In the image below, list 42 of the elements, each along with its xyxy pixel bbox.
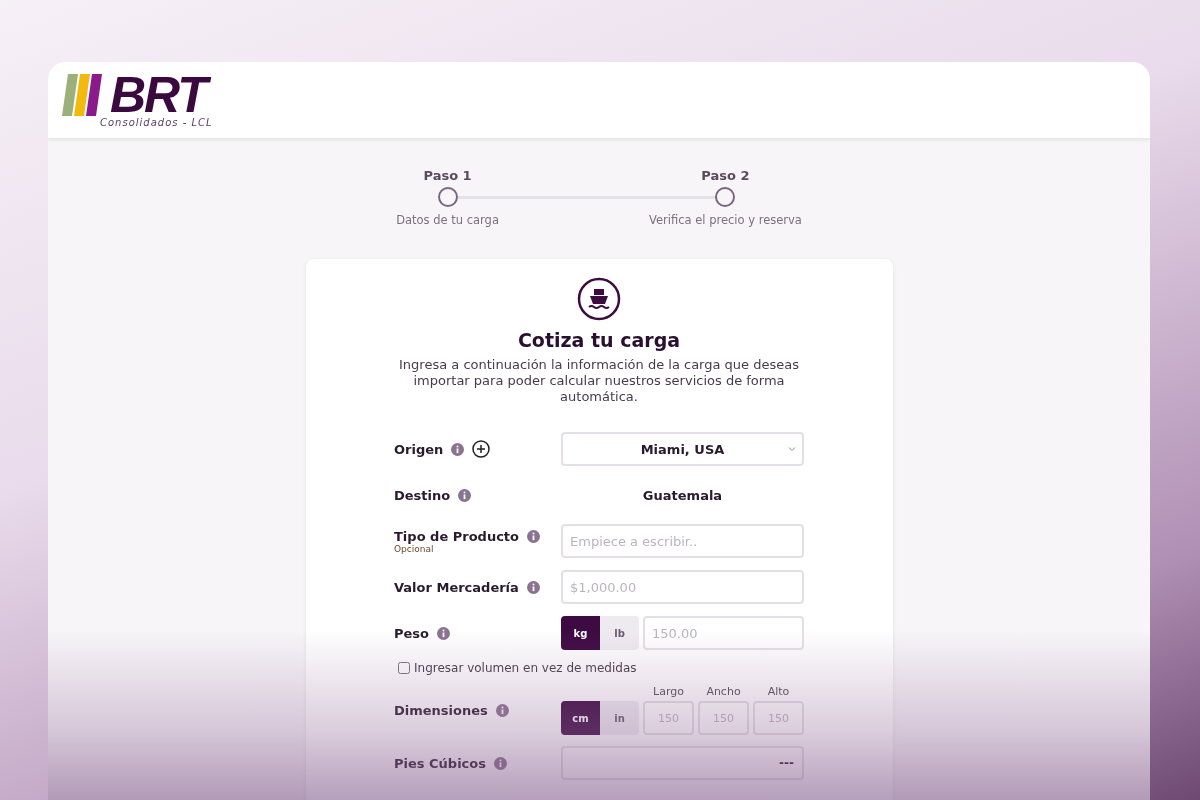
step-title: Paso 2 (701, 168, 750, 183)
field-label: Valor Mercadería (394, 579, 519, 595)
field-label: Origen (394, 441, 444, 457)
info-icon[interactable] (494, 756, 507, 770)
destination-value: Guatemala (641, 487, 724, 503)
input-field[interactable]: Empiece a escribir.. (561, 524, 804, 558)
info-icon[interactable] (437, 626, 450, 640)
chevron-down-icon (788, 446, 796, 452)
info-icon[interactable] (451, 442, 465, 456)
step-caption: Verifica el precio y reserva (648, 213, 802, 227)
unit-toggle[interactable]: lb (600, 616, 639, 650)
info-icon[interactable] (526, 580, 540, 594)
info-icon[interactable] (527, 529, 541, 543)
checkbox[interactable] (398, 662, 410, 674)
field-label: Pies Cúbicos (394, 755, 486, 771)
cubic-feet-value: --- (779, 756, 794, 770)
unit-toggle[interactable]: in (600, 701, 639, 735)
unit-toggle[interactable]: cm (561, 701, 600, 735)
unit-toggle[interactable]: kg (561, 616, 600, 650)
dimension-label: Ancho (706, 685, 741, 698)
step-marker[interactable] (437, 187, 458, 207)
ship-icon (577, 277, 621, 321)
form-title: Cotiza tu carga (517, 329, 681, 351)
volume-checkbox[interactable]: Ingresar volumen en vez de medidas (394, 661, 804, 675)
info-icon[interactable] (495, 703, 509, 717)
info-icon[interactable] (458, 488, 472, 502)
add-icon[interactable] (472, 440, 491, 458)
logo-tagline: Consolidados - LCL (100, 116, 213, 128)
field-label: Tipo de Producto (394, 528, 520, 544)
field-label: Peso (394, 625, 429, 641)
origin-select[interactable]: Miami, USA (561, 432, 804, 466)
step-marker[interactable] (715, 187, 736, 207)
dimension-label: Largo (653, 685, 684, 698)
step-caption: Datos de tu carga (396, 213, 499, 227)
dimension-label: Alto (767, 685, 790, 698)
step-title: Paso 1 (423, 168, 472, 183)
form-description: Ingresa a continuación la información de la carga que deseas importar para poder calcular nuestros servicios de forma automática. (398, 357, 800, 405)
optional-note: Opcional (394, 543, 435, 554)
field-label: Dimensiones (394, 702, 488, 718)
field-label: Destino (394, 487, 451, 503)
weight-field[interactable]: 150.00 (643, 616, 804, 650)
input-field[interactable]: $1,000.00 (561, 570, 804, 604)
